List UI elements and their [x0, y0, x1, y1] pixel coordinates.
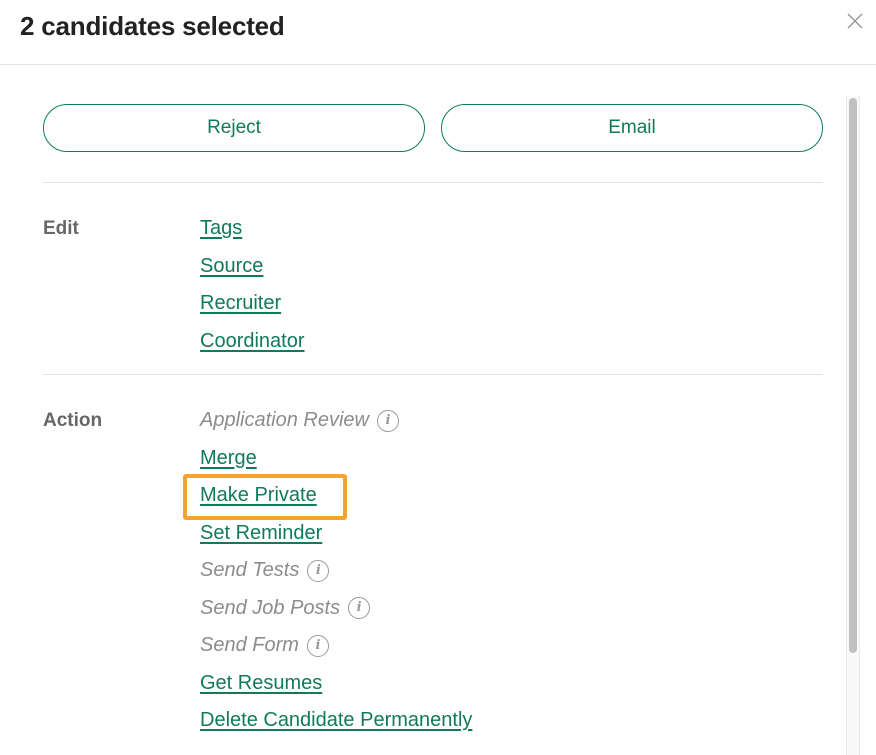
coordinator-link[interactable]: Coordinator — [200, 330, 305, 353]
set-reminder-link[interactable]: Set Reminder — [200, 522, 322, 545]
send-tests-disabled: Send Tests — [200, 559, 300, 582]
edit-section-label: Edit — [43, 218, 79, 239]
list-item: Application Review i — [200, 402, 472, 440]
modal-title: 2 candidates selected — [20, 11, 285, 41]
action-list: Application Review i Merge Make Private … — [200, 402, 472, 740]
list-item: Send Job Posts i — [200, 590, 472, 628]
send-form-disabled: Send Form — [200, 634, 299, 657]
edit-list: Tags Source Recruiter Coordinator — [200, 210, 305, 360]
tags-link[interactable]: Tags — [200, 217, 242, 240]
list-item: Coordinator — [200, 323, 305, 361]
divider — [43, 374, 823, 375]
list-item: Source — [200, 248, 305, 286]
list-item: Recruiter — [200, 285, 305, 323]
info-icon[interactable]: i — [306, 634, 329, 657]
reject-button[interactable]: Reject — [43, 104, 425, 152]
scrollbar[interactable] — [846, 96, 860, 755]
delete-candidate-permanently-link[interactable]: Delete Candidate Permanently — [200, 709, 472, 732]
merge-link[interactable]: Merge — [200, 447, 257, 470]
application-review-disabled: Application Review — [200, 409, 369, 432]
list-item: Get Resumes — [200, 665, 472, 703]
scrollbar-thumb[interactable] — [849, 98, 857, 653]
divider — [43, 182, 823, 183]
modal-body: Reject Email Edit Tags Source Recruiter … — [0, 66, 876, 755]
recruiter-link[interactable]: Recruiter — [200, 292, 281, 315]
email-button[interactable]: Email — [441, 104, 823, 152]
list-item: Send Tests i — [200, 552, 472, 590]
close-button[interactable] — [845, 11, 865, 31]
modal-header: 2 candidates selected — [0, 0, 876, 65]
list-item: Set Reminder — [200, 515, 472, 553]
list-item: Make Private — [200, 477, 472, 515]
source-link[interactable]: Source — [200, 255, 263, 278]
action-section-label: Action — [43, 410, 103, 431]
send-job-posts-disabled: Send Job Posts — [200, 596, 341, 619]
get-resumes-link[interactable]: Get Resumes — [200, 672, 322, 695]
list-item: Tags — [200, 210, 305, 248]
close-icon — [847, 13, 863, 29]
make-private-link[interactable]: Make Private — [200, 484, 317, 507]
info-icon[interactable]: i — [376, 409, 399, 432]
info-icon[interactable]: i — [348, 597, 371, 620]
info-icon[interactable]: i — [307, 559, 330, 582]
list-item: Merge — [200, 440, 472, 478]
list-item: Delete Candidate Permanently — [200, 702, 472, 740]
list-item: Send Form i — [200, 627, 472, 665]
